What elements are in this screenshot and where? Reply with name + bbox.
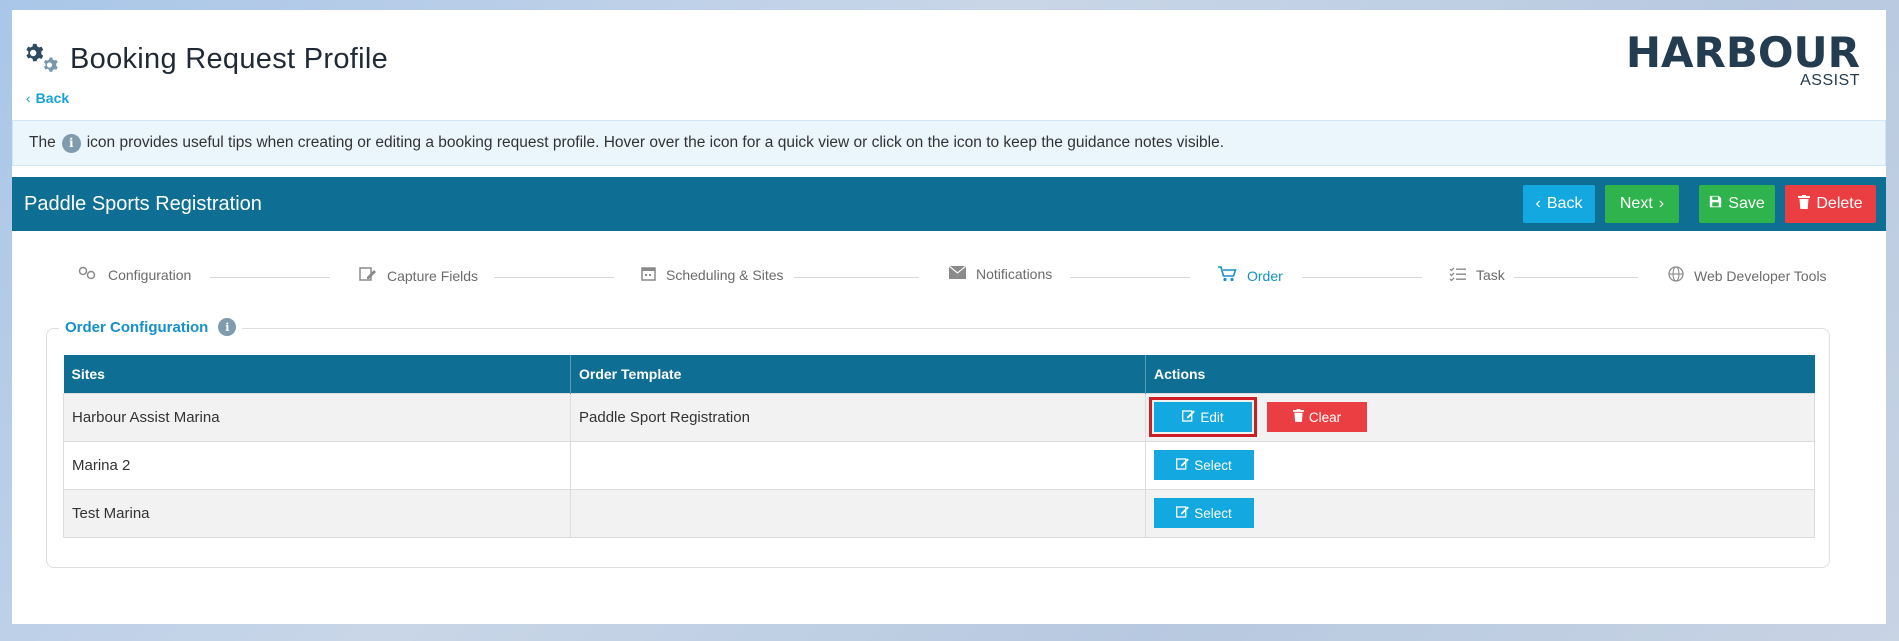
- step-configuration[interactable]: Configuration: [78, 266, 191, 283]
- step-divider: [1070, 277, 1190, 278]
- step-web-developer-tools[interactable]: Web Developer Tools: [1668, 266, 1827, 285]
- trash-icon: [1798, 194, 1811, 214]
- site-cell: Test Marina: [63, 488, 571, 538]
- step-label: Web Developer Tools: [1694, 267, 1827, 284]
- site-cell: Harbour Assist Marina: [63, 392, 571, 442]
- app-frame: Booking Request Profile ‹ Back HARBOUR A…: [12, 10, 1886, 624]
- save-button-label: Save: [1728, 195, 1765, 212]
- actions-cell: Edit Clear: [1145, 392, 1815, 442]
- column-header-actions: Actions: [1145, 355, 1815, 393]
- order-configuration-title: Order Configuration: [65, 318, 209, 336]
- select-button[interactable]: Select: [1154, 450, 1254, 480]
- template-cell: Paddle Sport Registration: [570, 392, 1146, 442]
- site-cell: Marina 2: [63, 440, 571, 490]
- actions-cell: Select: [1145, 488, 1815, 538]
- step-capture-fields[interactable]: Capture Fields: [359, 266, 478, 285]
- wizard-steps: Configuration Capture Fields Scheduling …: [12, 265, 1886, 296]
- actions-group: Edit Clear: [1149, 397, 1814, 437]
- checklist-icon: [1449, 266, 1466, 284]
- table-header-row: Sites Order Template Actions: [63, 355, 1815, 393]
- cart-icon: [1218, 266, 1237, 285]
- delete-button-label: Delete: [1816, 195, 1863, 212]
- step-label: Capture Fields: [387, 267, 479, 284]
- step-order[interactable]: Order: [1218, 266, 1283, 285]
- clear-button-label: Clear: [1308, 409, 1342, 425]
- info-text: icon provides useful tips when creating …: [86, 134, 1225, 151]
- edit-pencil-icon: [1176, 505, 1190, 521]
- column-header-sites[interactable]: Sites: [63, 355, 571, 393]
- page-header: Booking Request Profile ‹ Back HARBOUR A…: [12, 10, 1886, 110]
- template-cell: [570, 488, 1146, 538]
- select-button-label: Select: [1194, 505, 1232, 521]
- order-configuration-legend: Order Configuration i: [59, 318, 243, 336]
- delete-button[interactable]: Delete: [1785, 185, 1876, 223]
- profile-name: Paddle Sports Registration: [24, 192, 262, 215]
- info-icon[interactable]: i: [218, 318, 237, 336]
- globe-icon: [1668, 266, 1684, 285]
- step-divider: [794, 277, 919, 278]
- profile-toolbar: Paddle Sports Registration ‹ Back Next ›…: [12, 177, 1886, 231]
- step-divider: [1514, 277, 1638, 278]
- select-button-label: Select: [1194, 457, 1232, 473]
- chevron-left-icon: ‹: [1535, 195, 1541, 212]
- step-label: Order: [1247, 267, 1283, 284]
- template-cell: [570, 440, 1146, 490]
- back-link-label: Back: [35, 90, 70, 106]
- trash-icon: [1292, 409, 1304, 425]
- info-icon[interactable]: i: [61, 133, 81, 153]
- edit-pencil-icon: [1176, 457, 1190, 473]
- order-sites-table: Sites Order Template Actions Harbour Ass…: [63, 355, 1815, 538]
- step-notifications[interactable]: Notifications: [948, 265, 1053, 282]
- step-label: Task: [1476, 267, 1505, 283]
- gears-icon: [78, 266, 98, 283]
- save-button[interactable]: Save: [1699, 185, 1775, 223]
- chevron-right-icon: ›: [1658, 195, 1665, 212]
- order-configuration-panel: Order Configuration i Sites Order Templa…: [46, 318, 1830, 568]
- back-button-label: Back: [1546, 195, 1583, 212]
- step-divider: [1302, 277, 1422, 278]
- settings-gears-icon: [24, 42, 64, 76]
- logo-sub-text: ASSIST: [1800, 72, 1860, 89]
- logo-main-text: HARBOUR: [1625, 28, 1860, 77]
- step-scheduling-sites[interactable]: Scheduling & Sites: [641, 266, 784, 284]
- chevron-left-icon: ‹: [26, 90, 31, 106]
- next-button-label: Next: [1619, 195, 1653, 212]
- actions-cell: Select: [1145, 440, 1815, 490]
- back-button[interactable]: ‹ Back: [1523, 185, 1595, 223]
- step-label: Notifications: [976, 266, 1053, 282]
- clear-button[interactable]: Clear: [1267, 402, 1367, 432]
- step-task[interactable]: Task: [1449, 266, 1505, 284]
- page-title: Booking Request Profile: [70, 42, 389, 75]
- info-prefix: The: [29, 134, 56, 151]
- step-divider: [494, 277, 614, 278]
- table-row: Test Marina Select: [63, 488, 1815, 538]
- harbour-assist-logo: HARBOUR ASSIST: [1626, 28, 1860, 92]
- next-button[interactable]: Next ›: [1605, 185, 1679, 223]
- table-row: Marina 2 Select: [63, 440, 1815, 490]
- edit-button-highlight: Edit: [1149, 397, 1257, 437]
- step-label: Scheduling & Sites: [666, 267, 784, 283]
- info-tip-banner: The i icon provides useful tips when cre…: [12, 120, 1886, 166]
- calendar-icon: [641, 266, 656, 284]
- title-wrap: Booking Request Profile: [24, 42, 388, 76]
- column-header-order-template[interactable]: Order Template: [570, 355, 1146, 393]
- edit-pencil-icon: [1182, 409, 1196, 425]
- edit-form-icon: [359, 266, 377, 285]
- envelope-icon: [948, 265, 967, 282]
- header-back-link[interactable]: ‹ Back: [26, 90, 69, 106]
- step-label: Configuration: [108, 266, 192, 283]
- step-divider: [210, 277, 330, 278]
- floppy-disk-icon: [1709, 195, 1722, 213]
- edit-button-label: Edit: [1200, 409, 1224, 425]
- select-button[interactable]: Select: [1154, 498, 1254, 528]
- table-row: Harbour Assist Marina Paddle Sport Regis…: [63, 392, 1815, 442]
- edit-button[interactable]: Edit: [1154, 402, 1252, 432]
